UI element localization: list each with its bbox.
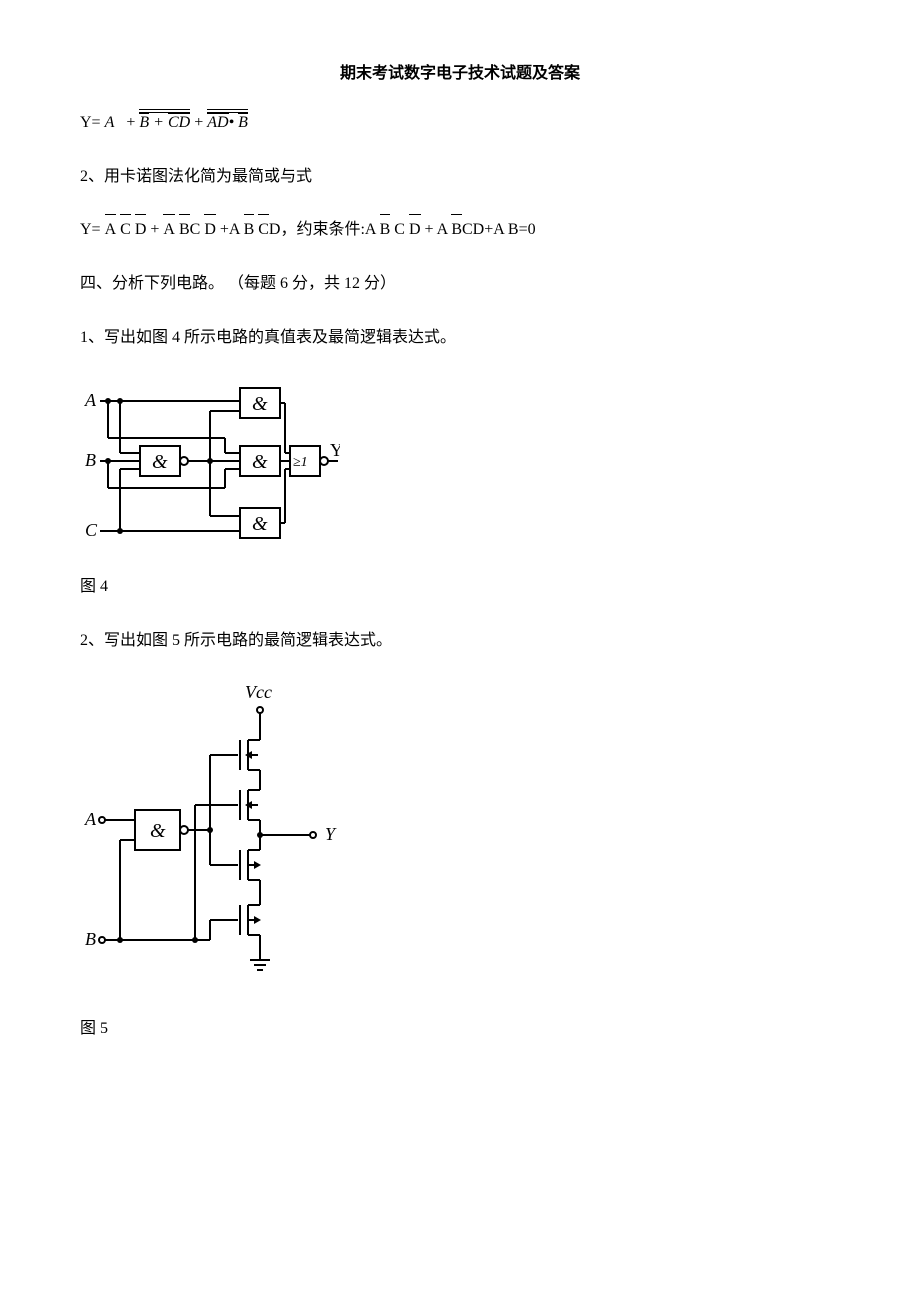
figure-4-label: 图 4 bbox=[80, 573, 840, 602]
equation-1: Y= A + B + CD + AD• B bbox=[80, 109, 840, 138]
svg-text:&: & bbox=[252, 513, 268, 535]
svg-text:&: & bbox=[152, 451, 168, 473]
figure-5-circuit: .wire { stroke:#000; stroke-width:2; fil… bbox=[80, 680, 840, 1000]
question-4-1: 1、写出如图 4 所示电路的真值表及最简逻辑表达式。 bbox=[80, 324, 840, 353]
question-4-2: 2、写出如图 5 所示电路的最简逻辑表达式。 bbox=[80, 627, 840, 656]
input-C-label: C bbox=[85, 520, 98, 540]
nmos-1 bbox=[230, 850, 261, 880]
input-B-label: B bbox=[85, 450, 96, 470]
input-A-label: A bbox=[84, 390, 97, 410]
input-A-label: A bbox=[84, 809, 97, 829]
pmos-2 bbox=[230, 790, 260, 820]
input-B-label: B bbox=[85, 929, 96, 949]
figure-5-label: 图 5 bbox=[80, 1015, 840, 1044]
output-Y-label: Y bbox=[330, 440, 340, 460]
section-4-heading: 四、分析下列电路。 （每题 6 分，共 12 分） bbox=[80, 270, 840, 299]
question-2: 2、用卡诺图法化简为最简或与式 bbox=[80, 163, 840, 192]
figure-4-circuit: .wire { stroke:#000; stroke-width:2; fil… bbox=[80, 378, 840, 558]
svg-text:&: & bbox=[252, 451, 268, 473]
output-Y-label: Y bbox=[325, 824, 337, 844]
pmos-1 bbox=[230, 740, 260, 770]
svg-text:&: & bbox=[150, 820, 166, 842]
nmos-2 bbox=[230, 905, 261, 935]
svg-text:≥1: ≥1 bbox=[293, 455, 308, 470]
equation-2: Y= A C D + A BC D +A B CD，约束条件:A B C D +… bbox=[80, 216, 840, 245]
page-title: 期末考试数字电子技术试题及答案 bbox=[80, 60, 840, 89]
svg-text:Vcc: Vcc bbox=[245, 682, 272, 702]
svg-text:&: & bbox=[252, 393, 268, 415]
